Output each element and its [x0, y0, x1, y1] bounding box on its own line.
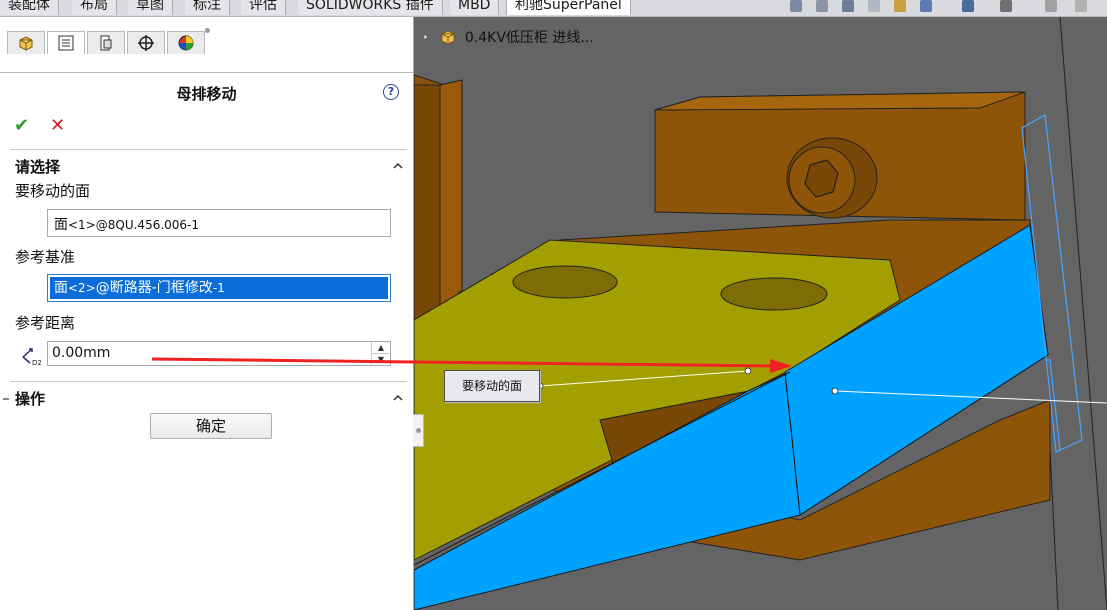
red-arrow — [151, 357, 792, 373]
assembly-icon — [441, 30, 455, 45]
panel-collapse-handle[interactable] — [413, 414, 424, 447]
face-callout[interactable]: 要移动的面 — [444, 370, 540, 402]
expand-arrow-icon[interactable] — [424, 29, 432, 45]
assembly-name: 0.4KV低压柜 进线... — [464, 30, 594, 46]
feature-tree-root[interactable]: 0.4KV低压柜 进线... — [424, 27, 594, 47]
